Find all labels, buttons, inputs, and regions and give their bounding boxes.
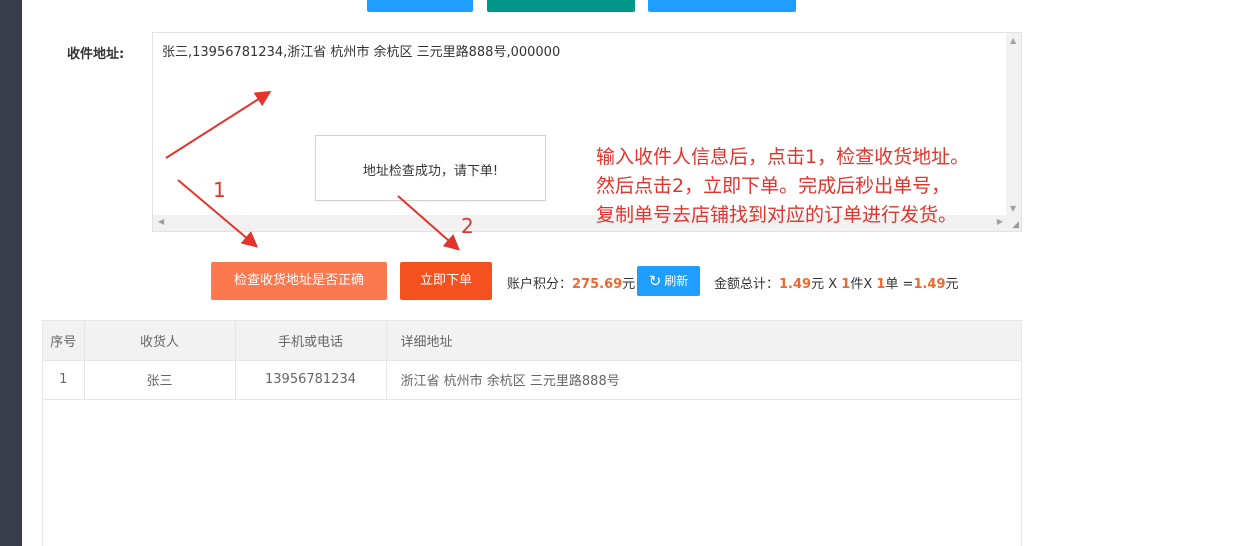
- cell-address: 浙江省 杭州市 余杭区 三元里路888号: [386, 360, 1021, 400]
- total-unit: 元: [945, 277, 959, 292]
- quantity: 1: [841, 277, 851, 292]
- cell-phone: 13956781234: [235, 360, 387, 400]
- unit-price-yuan: 元: [811, 277, 825, 292]
- points-unit: 元: [622, 277, 636, 292]
- account-points: 账户积分：275.69元: [507, 273, 635, 292]
- step-2-marker: 2: [461, 214, 474, 238]
- column-header-recipient: 收货人: [84, 321, 236, 361]
- top-button-1[interactable]: [367, 0, 473, 12]
- resize-grip-icon[interactable]: ◢: [1012, 220, 1019, 230]
- address-textarea-value[interactable]: 张三,13956781234,浙江省 杭州市 余杭区 三元里路888号,0000…: [162, 41, 560, 60]
- cell-index: 1: [43, 360, 85, 400]
- scroll-right-icon[interactable]: ▶: [997, 217, 1003, 226]
- times-sign: X: [824, 277, 842, 292]
- order-count-unit: 单 =: [885, 277, 914, 292]
- quantity-unit: 件X: [850, 277, 877, 292]
- refresh-icon: ↻: [648, 272, 662, 290]
- textarea-resize-handle[interactable]: ◢: [1006, 215, 1021, 231]
- table-row[interactable]: 1 张三 13956781234 浙江省 杭州市 余杭区 三元里路888号: [43, 360, 1021, 400]
- column-header-index: 序号: [43, 321, 85, 361]
- unit-price: 1.49: [779, 277, 812, 292]
- cell-recipient: 张三: [84, 360, 236, 400]
- points-label: 账户积分：: [507, 277, 573, 292]
- address-label: 收件地址:: [67, 47, 125, 62]
- annotation-line-1: 输入收件人信息后，点击1，检查收货地址。: [596, 146, 970, 168]
- total-label: 金额总计：: [714, 277, 780, 292]
- popup-message: 地址检查成功，请下单!: [362, 164, 499, 179]
- refresh-label: 刷新: [664, 274, 689, 288]
- column-header-phone: 手机或电话: [235, 321, 387, 361]
- textarea-vertical-scrollbar[interactable]: ▲ ▼: [1006, 33, 1021, 216]
- left-sidebar-rail: [0, 0, 22, 546]
- table-header-row: 序号 收货人 手机或电话 详细地址: [43, 321, 1021, 361]
- top-button-2[interactable]: [487, 0, 635, 12]
- column-header-address: 详细地址: [386, 321, 1021, 361]
- scroll-down-icon[interactable]: ▼: [1010, 204, 1016, 213]
- place-order-button[interactable]: 立即下单: [400, 262, 492, 300]
- total-value: 1.49: [913, 277, 946, 292]
- recipient-table: 序号 收货人 手机或电话 详细地址 1 张三 13956781234 浙江省 杭…: [42, 320, 1022, 546]
- step-1-marker: 1: [213, 178, 226, 202]
- instruction-annotation: 输入收件人信息后，点击1，检查收货地址。 然后点击2，立即下单。完成后秒出单号，…: [596, 143, 969, 230]
- annotation-line-3: 复制单号去店铺找到对应的订单进行发货。: [596, 204, 958, 226]
- scroll-up-icon[interactable]: ▲: [1010, 36, 1016, 45]
- refresh-button[interactable]: ↻ 刷新: [637, 266, 700, 296]
- scroll-left-icon[interactable]: ◀: [158, 217, 164, 226]
- success-message-popup: 地址检查成功，请下单!: [315, 135, 546, 201]
- amount-total: 金额总计：1.49元 X 1件X 1单 =1.49元: [714, 273, 959, 292]
- annotation-line-2: 然后点击2，立即下单。完成后秒出单号，: [596, 175, 951, 197]
- top-button-3[interactable]: [648, 0, 796, 12]
- points-value: 275.69: [572, 277, 623, 292]
- check-address-button[interactable]: 检查收货地址是否正确: [211, 262, 387, 300]
